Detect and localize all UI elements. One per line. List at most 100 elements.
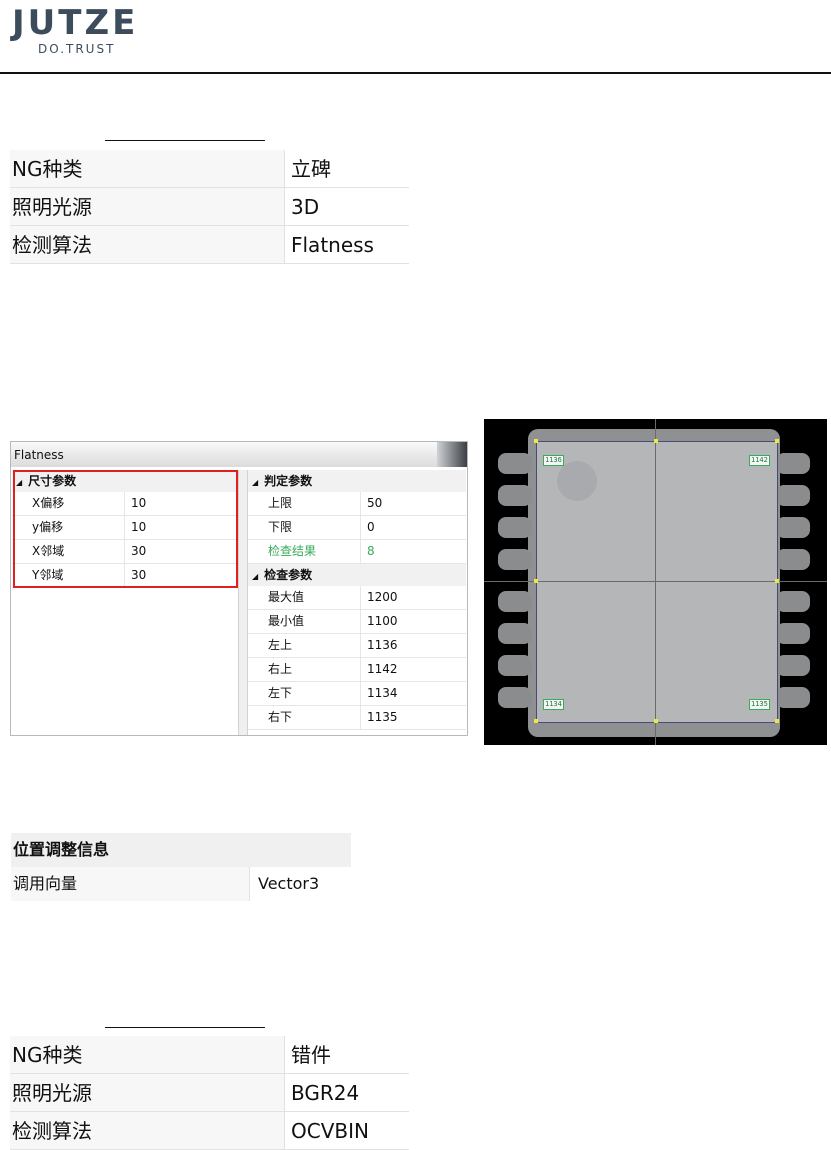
property-value: Vector3 bbox=[249, 867, 351, 901]
judge-params-pane: ◢ 判定参数 上限 50 下限 0 检查结果 8 ◢ 检查参数 最大值 1200 最小值 11… bbox=[248, 470, 466, 730]
property-key: 下限 bbox=[268, 520, 293, 534]
property-value: 3D bbox=[284, 188, 409, 226]
property-row[interactable]: 上限 50 bbox=[248, 492, 466, 516]
component-pin bbox=[498, 591, 532, 612]
component-pin bbox=[776, 623, 810, 644]
flatness-property-window: Flatness ◢ 尺寸参数 X偏移 10 y偏移 10 X邻域 30 Y邻域 30 ◢… bbox=[10, 441, 468, 736]
table-row: 检测算法 Flatness bbox=[10, 226, 409, 264]
property-value: 8 bbox=[360, 540, 466, 563]
table-row: 检测算法 OCVBIN bbox=[10, 1112, 409, 1150]
control-point[interactable] bbox=[775, 579, 779, 583]
corner-value-bottom-right: 1135 bbox=[749, 699, 770, 710]
position-info-table: 位置调整信息 调用向量 Vector3 bbox=[11, 833, 351, 901]
property-key: 右上 bbox=[268, 662, 293, 676]
window-title: Flatness bbox=[11, 442, 467, 467]
property-table-1: NG种类 立碑 照明光源 3D 检测算法 Flatness bbox=[10, 150, 409, 264]
property-value: Flatness bbox=[284, 226, 409, 264]
component-pin bbox=[776, 591, 810, 612]
property-key: 左下 bbox=[268, 686, 293, 700]
component-pin bbox=[776, 453, 810, 474]
property-value: 1142 bbox=[360, 658, 466, 681]
property-key: 左上 bbox=[268, 638, 293, 652]
property-key: 最大值 bbox=[268, 590, 305, 604]
control-point[interactable] bbox=[534, 439, 538, 443]
component-pin bbox=[776, 687, 810, 708]
property-value: BGR24 bbox=[284, 1074, 409, 1112]
component-pin bbox=[498, 655, 532, 676]
property-key: 照明光源 bbox=[10, 1074, 284, 1112]
property-row[interactable]: 最大值 1200 bbox=[248, 586, 466, 610]
property-row[interactable]: 最小值 1100 bbox=[248, 610, 466, 634]
highlight-box bbox=[13, 470, 238, 588]
control-point[interactable] bbox=[775, 719, 779, 723]
table-row: 照明光源 BGR24 bbox=[10, 1074, 409, 1112]
property-row[interactable]: 左下 1134 bbox=[248, 682, 466, 706]
property-row[interactable]: 下限 0 bbox=[248, 516, 466, 540]
property-row[interactable]: 左上 1136 bbox=[248, 634, 466, 658]
component-pin bbox=[498, 517, 532, 538]
collapse-triangle-icon[interactable]: ◢ bbox=[252, 478, 258, 487]
property-value[interactable]: 0 bbox=[360, 516, 466, 539]
corner-value-top-right: 1142 bbox=[749, 455, 770, 466]
property-value: 错件 bbox=[284, 1036, 409, 1074]
property-key: 调用向量 bbox=[11, 867, 249, 901]
property-value[interactable]: 1100 bbox=[360, 610, 466, 633]
property-key: 照明光源 bbox=[10, 188, 284, 226]
property-value: OCVBIN bbox=[284, 1112, 409, 1150]
group-header-check-params[interactable]: ◢ 检查参数 bbox=[248, 564, 466, 586]
property-key: NG种类 bbox=[10, 150, 284, 188]
component-pin bbox=[776, 517, 810, 538]
property-value[interactable]: 50 bbox=[360, 492, 466, 515]
group-header-judge-params[interactable]: ◢ 判定参数 bbox=[248, 470, 466, 492]
control-point[interactable] bbox=[534, 719, 538, 723]
pin1-marker bbox=[557, 461, 597, 501]
property-key: 检测算法 bbox=[10, 1112, 284, 1150]
crosshair-vertical bbox=[655, 419, 656, 745]
component-pin bbox=[776, 485, 810, 506]
logo-brand: JUTZE bbox=[12, 3, 139, 43]
corner-value-top-left: 1136 bbox=[543, 455, 564, 466]
property-key: 最小值 bbox=[268, 614, 305, 628]
property-row[interactable]: 检查结果 8 bbox=[248, 540, 466, 564]
component-pin bbox=[498, 453, 532, 474]
table-row: 照明光源 3D bbox=[10, 188, 409, 226]
group-label: 判定参数 bbox=[264, 474, 313, 488]
property-key: 检测算法 bbox=[10, 226, 284, 264]
property-value: 1134 bbox=[360, 682, 466, 705]
section-title-underline bbox=[105, 1027, 265, 1028]
property-row[interactable]: 右下 1135 bbox=[248, 706, 466, 730]
property-value: 立碑 bbox=[284, 150, 409, 188]
collapse-triangle-icon[interactable]: ◢ bbox=[252, 572, 258, 581]
property-key: 上限 bbox=[268, 496, 293, 510]
pane-splitter[interactable] bbox=[238, 470, 248, 735]
table-row: NG种类 立碑 bbox=[10, 150, 409, 188]
control-point[interactable] bbox=[534, 579, 538, 583]
property-key: 右下 bbox=[268, 710, 293, 724]
section-title-underline bbox=[105, 140, 265, 141]
component-pin bbox=[498, 623, 532, 644]
logo-tagline: DO.TRUST bbox=[38, 42, 116, 56]
component-pin bbox=[498, 687, 532, 708]
property-value: 1135 bbox=[360, 706, 466, 729]
component-pin bbox=[498, 549, 532, 570]
property-row[interactable]: 右上 1142 bbox=[248, 658, 466, 682]
control-point[interactable] bbox=[654, 719, 658, 723]
company-logo: JUTZE DO.TRUST bbox=[12, 4, 138, 56]
component-pin bbox=[776, 655, 810, 676]
table-row: NG种类 错件 bbox=[10, 1036, 409, 1074]
property-key: NG种类 bbox=[10, 1036, 284, 1074]
corner-value-bottom-left: 1134 bbox=[543, 699, 564, 710]
inspection-image: 1136 1142 1134 1135 bbox=[484, 419, 827, 745]
table-row: 调用向量 Vector3 bbox=[11, 867, 351, 901]
control-point[interactable] bbox=[775, 439, 779, 443]
property-value[interactable]: 1200 bbox=[360, 586, 466, 609]
control-point[interactable] bbox=[654, 439, 658, 443]
position-info-header: 位置调整信息 bbox=[11, 833, 351, 867]
group-label: 检查参数 bbox=[264, 568, 313, 582]
property-table-2: NG种类 错件 照明光源 BGR24 检测算法 OCVBIN bbox=[10, 1036, 409, 1150]
component-pin bbox=[776, 549, 810, 570]
property-value: 1136 bbox=[360, 634, 466, 657]
header-divider bbox=[0, 72, 831, 74]
property-key: 检查结果 bbox=[268, 544, 317, 558]
component-pin bbox=[498, 485, 532, 506]
